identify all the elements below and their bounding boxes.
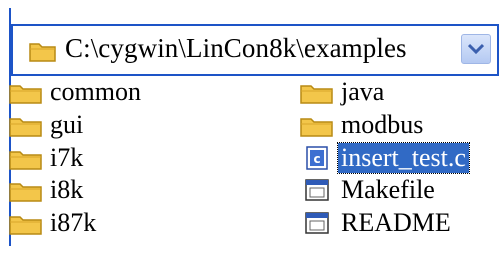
path-text: C:\cygwin\LinCon8k\examples xyxy=(65,33,407,63)
path-combobox[interactable]: C:\cygwin\LinCon8k\examples xyxy=(11,24,499,76)
folder-item[interactable]: modbus xyxy=(300,109,426,141)
window-file-icon xyxy=(300,210,334,236)
item-label: insert_test.c xyxy=(337,142,470,174)
folder-icon xyxy=(9,177,43,203)
folder-icon xyxy=(9,145,43,171)
file-item[interactable]: c insert_test.c xyxy=(300,142,470,174)
folder-item[interactable]: i87k xyxy=(9,207,99,239)
folder-item[interactable]: java xyxy=(300,76,387,108)
item-label: i8k xyxy=(50,175,84,204)
svg-text:c: c xyxy=(313,152,320,166)
file-item[interactable]: Makefile xyxy=(300,174,438,206)
item-label: Makefile xyxy=(341,175,435,204)
item-label: modbus xyxy=(341,110,424,139)
chevron-down-icon xyxy=(468,43,484,55)
file-item[interactable]: README xyxy=(300,207,454,239)
folder-icon xyxy=(300,79,334,105)
item-label: gui xyxy=(50,110,84,139)
item-label: java xyxy=(341,77,385,106)
item-label: README xyxy=(341,208,451,237)
item-label: i7k xyxy=(50,143,84,172)
folder-item[interactable]: i8k xyxy=(9,174,86,206)
item-label: common xyxy=(50,77,141,106)
folder-icon xyxy=(300,112,334,138)
window-file-icon xyxy=(300,177,334,203)
folder-icon xyxy=(9,79,43,105)
folder-icon xyxy=(9,112,43,138)
folder-icon xyxy=(29,43,56,62)
path-dropdown-button[interactable] xyxy=(461,34,491,64)
c-file-icon: c xyxy=(300,145,334,171)
folder-item[interactable]: common xyxy=(9,76,144,108)
item-label: i87k xyxy=(50,208,97,237)
folder-icon xyxy=(9,210,43,236)
folder-item[interactable]: i7k xyxy=(9,142,86,174)
folder-item[interactable]: gui xyxy=(9,109,86,141)
file-list: common gui i7k i8k i87k java modbus c insert_tes… xyxy=(9,76,493,244)
